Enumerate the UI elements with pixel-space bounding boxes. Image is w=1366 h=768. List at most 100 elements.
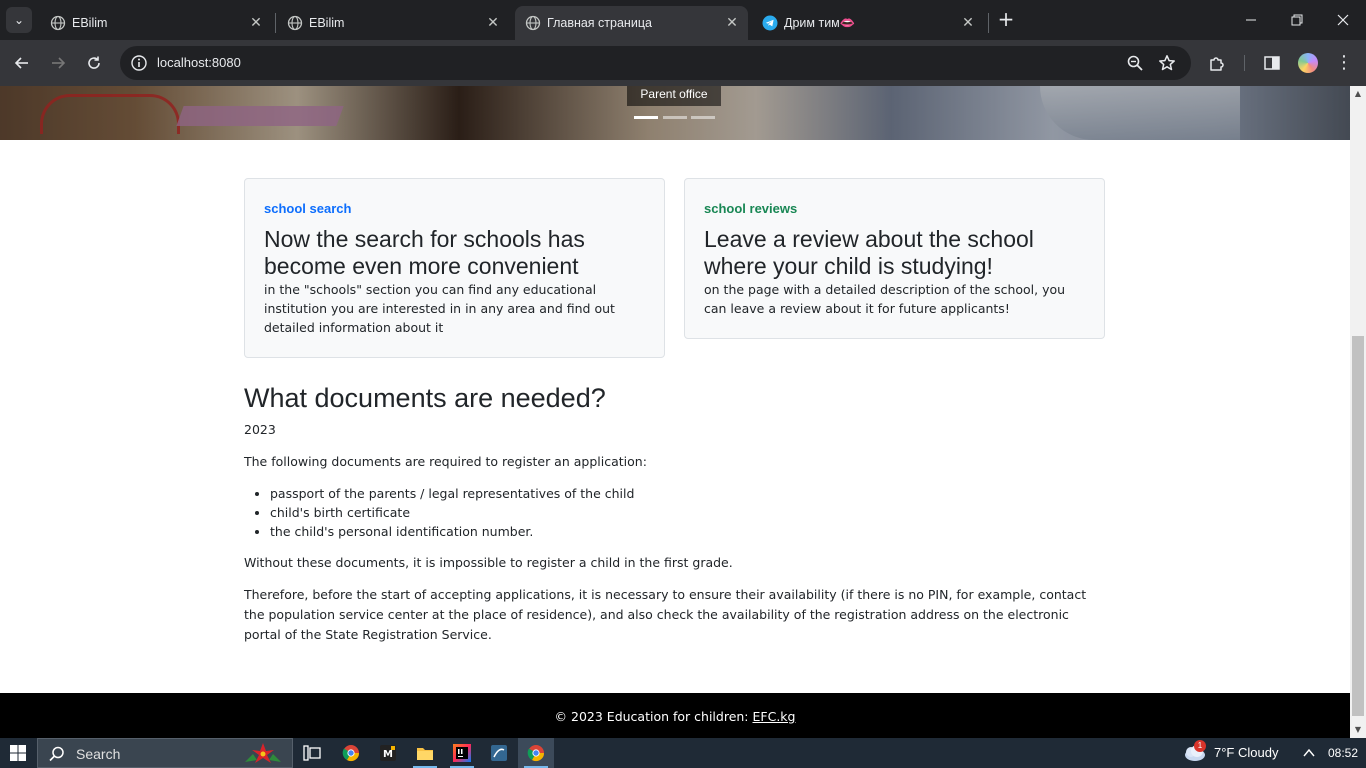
taskbar-file-explorer[interactable]: [407, 738, 443, 768]
tab-close-icon[interactable]: ✕: [485, 15, 501, 31]
url-text[interactable]: localhost:8080: [157, 46, 241, 80]
list-item: child's birth certificate: [270, 503, 1104, 522]
card-text: in the "schools" section you can find an…: [264, 282, 615, 335]
chrome-icon: [342, 745, 360, 762]
documents-warning: Without these documents, it is impossibl…: [244, 555, 733, 570]
side-panel-icon[interactable]: [1261, 52, 1283, 74]
reload-icon: [88, 56, 100, 69]
globe-icon: [287, 15, 303, 31]
carousel-indicator-2[interactable]: [663, 116, 687, 119]
tab-ebilim-2[interactable]: EBilim ✕: [277, 6, 509, 40]
tab-title: Дрим тим👄: [784, 16, 856, 30]
documents-advice: Therefore, before the start of accepting…: [244, 587, 1087, 642]
poinsettia-icon: [245, 743, 281, 763]
telegram-icon: [762, 15, 778, 31]
taskbar-app-m[interactable]: M: [370, 738, 406, 768]
restore-button[interactable]: [1274, 0, 1320, 40]
minimize-icon: [1246, 19, 1256, 21]
card-kicker: school search: [264, 201, 352, 216]
documents-intro: The following documents are required to …: [244, 454, 647, 469]
tab-close-icon[interactable]: ✕: [960, 15, 976, 31]
taskbar-db-app[interactable]: [481, 738, 517, 768]
carousel-caption: Parent office: [627, 86, 721, 106]
browser-menu-icon[interactable]: ⋮: [1334, 52, 1354, 74]
intellij-icon: [453, 744, 471, 762]
app-m-icon: M: [380, 745, 396, 761]
card-text: on the page with a detailed description …: [704, 282, 1066, 316]
school-search-card: school search Now the search for schools…: [244, 178, 665, 358]
chrome-icon: [527, 745, 545, 762]
tab-close-icon[interactable]: ✕: [724, 15, 740, 31]
taskbar-chrome-active[interactable]: [518, 738, 554, 768]
school-reviews-card: school reviews Leave a review about the …: [684, 178, 1105, 339]
back-arrow-icon: [14, 57, 28, 69]
task-view-button[interactable]: [294, 738, 330, 768]
start-button[interactable]: [0, 738, 36, 768]
tab-ebilim-1[interactable]: EBilim ✕: [40, 6, 272, 40]
database-app-icon: [491, 745, 507, 761]
toolbar-separator: [1244, 55, 1245, 71]
scroll-up-arrow-icon[interactable]: ▲: [1353, 89, 1363, 99]
clock[interactable]: 08:52: [1328, 738, 1358, 768]
documents-year: 2023: [244, 422, 276, 437]
windows-logo-icon: [10, 745, 26, 761]
back-button[interactable]: [10, 51, 34, 75]
chevron-up-icon[interactable]: [1302, 747, 1316, 759]
tab-title: EBilim: [309, 16, 345, 30]
close-icon: [1337, 14, 1349, 26]
site-info-icon[interactable]: [130, 54, 148, 72]
tab-title: Главная страница: [547, 16, 652, 30]
tab-search-chevron-icon[interactable]: ⌄: [6, 7, 32, 33]
new-tab-button[interactable]: +: [994, 8, 1018, 32]
search-label: Search: [76, 746, 121, 762]
extensions-puzzle-icon[interactable]: [1207, 52, 1229, 74]
documents-list: passport of the parents / legal represen…: [244, 484, 1104, 541]
search-icon: [49, 746, 64, 762]
page-scrollbar[interactable]: ▲ ▼: [1350, 86, 1366, 738]
carousel-indicator-3[interactable]: [691, 116, 715, 119]
task-view-icon: [303, 745, 321, 761]
windows-taskbar: Search M 1 7°F Cloudy 08:52: [0, 738, 1366, 768]
close-window-button[interactable]: [1320, 0, 1366, 40]
tab-separator: [275, 13, 276, 33]
minimize-button[interactable]: [1228, 0, 1274, 40]
forward-button[interactable]: [46, 51, 70, 75]
documents-heading: What documents are needed?: [244, 383, 606, 413]
globe-icon: [525, 15, 541, 31]
tab-main-page[interactable]: Главная страница ✕: [515, 6, 748, 40]
scroll-down-arrow-icon[interactable]: ▼: [1353, 725, 1363, 735]
page-viewport: Parent office school search Now the sear…: [0, 86, 1350, 738]
reload-button[interactable]: [82, 51, 106, 75]
list-item: the child's personal identification numb…: [270, 522, 1104, 541]
svg-text:M: M: [383, 749, 393, 760]
bookmark-star-icon[interactable]: [1158, 54, 1176, 72]
card-kicker: school reviews: [704, 201, 798, 216]
folder-icon: [417, 748, 433, 760]
footer-link[interactable]: EFC.kg: [753, 709, 796, 724]
carousel-indicator-1[interactable]: [634, 116, 658, 119]
taskbar-chrome[interactable]: [333, 738, 369, 768]
globe-icon: [50, 15, 66, 31]
footer-text: © 2023 Education for children:: [554, 709, 753, 724]
page-footer: © 2023 Education for children: EFC.kg: [0, 693, 1350, 738]
weather-badge: 1: [1194, 740, 1206, 752]
card-title: Now the search for schools has become ev…: [264, 226, 585, 279]
address-bar[interactable]: localhost:8080: [120, 46, 1191, 80]
taskbar-intellij[interactable]: [444, 738, 480, 768]
tab-separator: [988, 13, 989, 33]
weather-text[interactable]: 7°F Cloudy: [1214, 738, 1278, 768]
hero-carousel: Parent office: [0, 86, 1350, 140]
list-item: passport of the parents / legal represen…: [270, 484, 1104, 503]
taskbar-search[interactable]: Search: [37, 738, 293, 768]
forward-arrow-icon: [52, 57, 66, 69]
tab-dream-team[interactable]: Дрим тим👄 ✕: [752, 6, 984, 40]
zoom-icon[interactable]: [1126, 54, 1144, 72]
restore-icon: [1291, 14, 1303, 26]
browser-tab-strip: ⌄ EBilim ✕ EBilim ✕ Главная страница ✕ Д…: [0, 0, 1366, 40]
tab-close-icon[interactable]: ✕: [248, 15, 264, 31]
card-title: Leave a review about the school where yo…: [704, 226, 1034, 279]
scrollbar-thumb[interactable]: [1352, 336, 1364, 716]
tab-title: EBilim: [72, 16, 108, 30]
profile-avatar[interactable]: [1298, 53, 1318, 73]
browser-toolbar: localhost:8080 ⋮: [0, 40, 1366, 86]
